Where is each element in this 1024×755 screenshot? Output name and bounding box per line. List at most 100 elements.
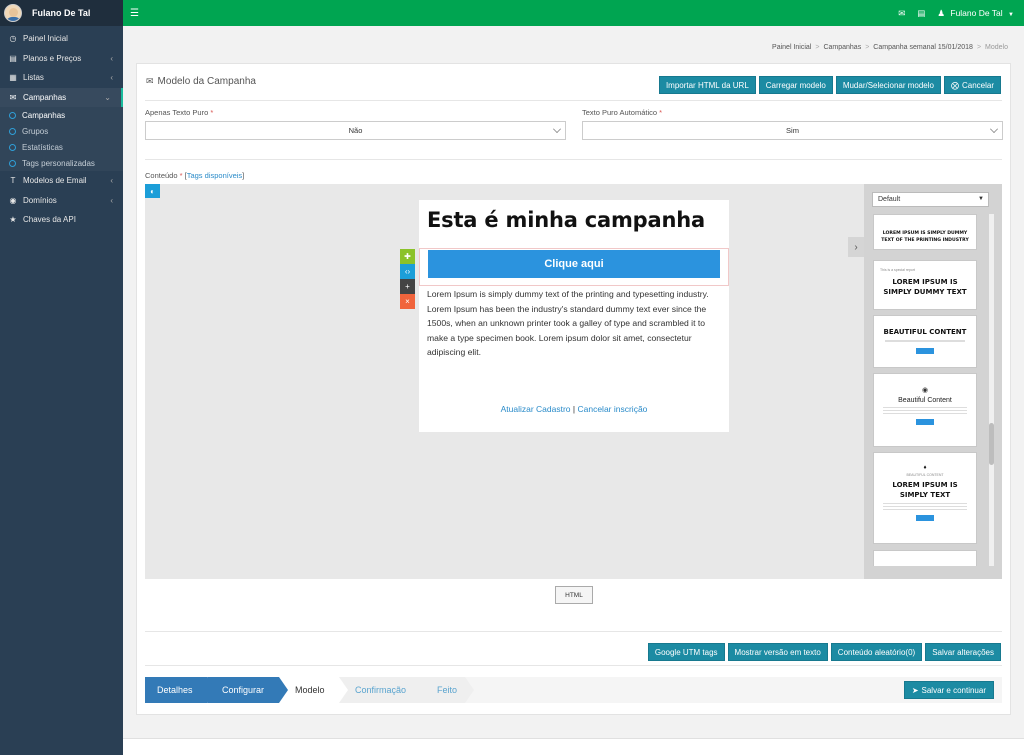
block-line — [883, 413, 967, 414]
wizard-step-detalhes[interactable]: Detalhes — [145, 677, 216, 703]
save-changes-button[interactable]: Salvar alterações — [925, 643, 1001, 661]
import-html-url-button[interactable]: Importar HTML da URL — [658, 76, 756, 94]
sidebar-subitem-grupos[interactable]: Grupos — [0, 123, 123, 139]
scrollbar-thumb[interactable] — [989, 423, 994, 465]
cancel-label: Cancelar — [961, 80, 994, 90]
blocks-category-select[interactable]: Default ▼ — [872, 192, 989, 207]
random-content-button[interactable]: Conteúdo aleatório(0) — [830, 643, 923, 661]
star-icon: ★ — [9, 215, 17, 225]
sidebar-item-painel-inicial[interactable]: ◷ Painel Inicial — [0, 29, 123, 49]
email-body-text[interactable]: Lorem Ipsum is simply dummy text of the … — [427, 287, 723, 360]
add-icon[interactable]: + — [400, 279, 415, 294]
block-title: BEAUTIFUL CONTENT — [883, 328, 967, 336]
footer-separator: | — [572, 404, 576, 414]
sidebar-submenu: Campanhas Grupos Estatísticas Tags perso… — [0, 107, 123, 171]
divider — [145, 100, 1002, 101]
newspaper-icon[interactable]: ▤ — [917, 8, 925, 19]
chevron-down-icon: ⌄ — [104, 92, 111, 102]
wizard-step-confirmacao[interactable]: Confirmação — [339, 677, 430, 703]
template-block[interactable]: This is a special report LOREM IPSUM IS … — [873, 260, 977, 310]
sidebar-item-chaves-api[interactable]: ★ Chaves da API — [0, 210, 123, 230]
sidebar-item-campanhas[interactable]: ✉ Campanhas ⌄ — [0, 87, 123, 107]
content-label: Conteúdo * [Tags disponíveis] — [145, 171, 245, 180]
sidebar-subitem-label: Tags personalizadas — [22, 158, 95, 168]
block-mini-button — [916, 419, 934, 425]
show-text-version-button[interactable]: Mostrar versão em texto — [727, 643, 828, 661]
load-template-button[interactable]: Carregar modelo — [758, 76, 833, 94]
change-template-button[interactable]: Mudar/Selecionar modelo — [835, 76, 941, 94]
available-tags-link[interactable]: Tags disponíveis — [187, 171, 242, 180]
auto-plain-value: Sim — [786, 126, 799, 135]
topbar-username: Fulano De Tal — [950, 7, 1003, 18]
leaf-icon: ♦ — [923, 465, 927, 471]
sidebar-subitem-estatisticas[interactable]: Estatísticas — [0, 139, 123, 155]
breadcrumb-item[interactable]: Campanhas — [823, 44, 861, 51]
save-and-continue-button[interactable]: ➤ Salvar e continuar — [903, 681, 994, 699]
sidebar-item-modelos-email[interactable]: T Modelos de Email ‹ — [0, 171, 123, 191]
user-menu[interactable]: ♟ Fulano De Tal ▼ — [937, 8, 1014, 19]
wizard-step-configurar[interactable]: Configurar — [207, 677, 288, 703]
breadcrumb-separator: > — [865, 44, 870, 51]
template-block[interactable]: ♦ BEAUTIFUL CONTENT LOREM IPSUM IS SIMPL… — [873, 452, 977, 544]
block-line — [883, 410, 967, 411]
template-block[interactable]: LOREM IPSUM IS SIMPLY DUMMY TEXT OF THE … — [873, 214, 977, 250]
block-title: LOREM IPSUM IS SIMPLY DUMMY TEXT OF THE … — [881, 231, 969, 243]
blocks-list: LOREM IPSUM IS SIMPLY DUMMY TEXT OF THE … — [872, 214, 979, 566]
block-line — [883, 506, 967, 507]
sidebar-item-label: Domínios — [23, 195, 57, 205]
breadcrumb-item[interactable]: Painel Inicial — [772, 44, 811, 51]
dashboard-icon: ◷ — [9, 34, 17, 44]
code-icon[interactable]: ‹› — [400, 264, 415, 279]
sidebar-subitem-label: Grupos — [22, 126, 49, 136]
block-kicker: This is a special report — [880, 268, 916, 272]
email-title[interactable]: Esta é minha campanha — [427, 208, 705, 232]
unsubscribe-link[interactable]: Cancelar inscrição — [577, 404, 647, 414]
file-icon: ▤ — [9, 53, 17, 63]
move-icon[interactable]: ✚ — [400, 249, 415, 264]
sidebar-item-label: Listas — [23, 73, 44, 83]
sidebar-item-planos[interactable]: ▤ Planos e Preços ‹ — [0, 49, 123, 69]
sidebar-item-dominios[interactable]: ◉ Domínios ‹ — [0, 191, 123, 211]
blocks-scrollbar[interactable] — [989, 214, 994, 566]
topbar-right: ✉ ▤ ♟ Fulano De Tal ▼ — [886, 0, 1014, 26]
hamburger-icon[interactable]: ☰ — [130, 8, 139, 19]
blocks-select-value: Default — [878, 196, 901, 203]
bottom-buttons: Google UTM tags Mostrar versão em texto … — [647, 643, 1001, 661]
sidebar-subitem-tags[interactable]: Tags personalizadas — [0, 155, 123, 171]
block-toolbar: ✚ ‹› + × — [400, 249, 415, 309]
chevron-right-icon[interactable]: › — [848, 237, 864, 257]
update-profile-link[interactable]: Atualizar Cadastro — [501, 404, 571, 414]
auto-plain-text-select[interactable]: Sim — [582, 121, 1003, 140]
avatar — [4, 4, 22, 22]
template-block[interactable]: ◉ Beautiful Content — [873, 373, 977, 447]
sidebar-item-listas[interactable]: ▦ Listas ‹ — [0, 68, 123, 88]
wizard-steps: Detalhes Configurar Modelo Confirmação F… — [145, 677, 474, 703]
campaign-template-panel: ✉ Modelo da Campanha Importar HTML da UR… — [136, 63, 1011, 715]
block-title: LOREM IPSUM IS SIMPLY DUMMY TEXT — [883, 278, 967, 296]
delete-icon[interactable]: × — [400, 294, 415, 309]
breadcrumb-current: Modelo — [985, 44, 1008, 51]
sidebar-subitem-campanhas[interactable]: Campanhas — [0, 107, 123, 123]
block-mini-button — [916, 515, 934, 521]
html-button[interactable]: HTML — [555, 586, 593, 604]
cancel-button[interactable]: ⨂ Cancelar — [943, 76, 1001, 94]
google-utm-tags-button[interactable]: Google UTM tags — [647, 643, 725, 661]
breadcrumb-item[interactable]: Campanha semanal 15/01/2018 — [873, 44, 973, 51]
sidebar-user[interactable]: Fulano De Tal — [0, 0, 123, 26]
auto-plain-text-label: Texto Puro Automático * — [582, 108, 662, 117]
content-label-text: Conteúdo — [145, 171, 178, 180]
email-canvas[interactable]: Esta é minha campanha Clique aqui Lorem … — [419, 200, 729, 432]
email-editor: ◐ Esta é minha campanha Clique aqui Lore… — [145, 184, 1002, 579]
email-cta-button[interactable]: Clique aqui — [428, 250, 720, 278]
contrast-icon[interactable]: ◐ — [145, 184, 160, 198]
template-block[interactable] — [873, 550, 977, 566]
cancel-circle-icon: ⨂ — [950, 80, 959, 90]
wizard-step-modelo[interactable]: Modelo — [279, 677, 348, 703]
template-block[interactable]: BEAUTIFUL CONTENT — [873, 315, 977, 368]
user-icon: ♟ — [937, 7, 945, 18]
plain-text-select[interactable]: Não — [145, 121, 566, 140]
envelope-icon[interactable]: ✉ — [898, 8, 905, 19]
breadcrumb-separator: > — [815, 44, 820, 51]
sidebar-item-label: Modelos de Email — [23, 176, 87, 186]
email-button-block[interactable]: Clique aqui — [419, 248, 729, 286]
